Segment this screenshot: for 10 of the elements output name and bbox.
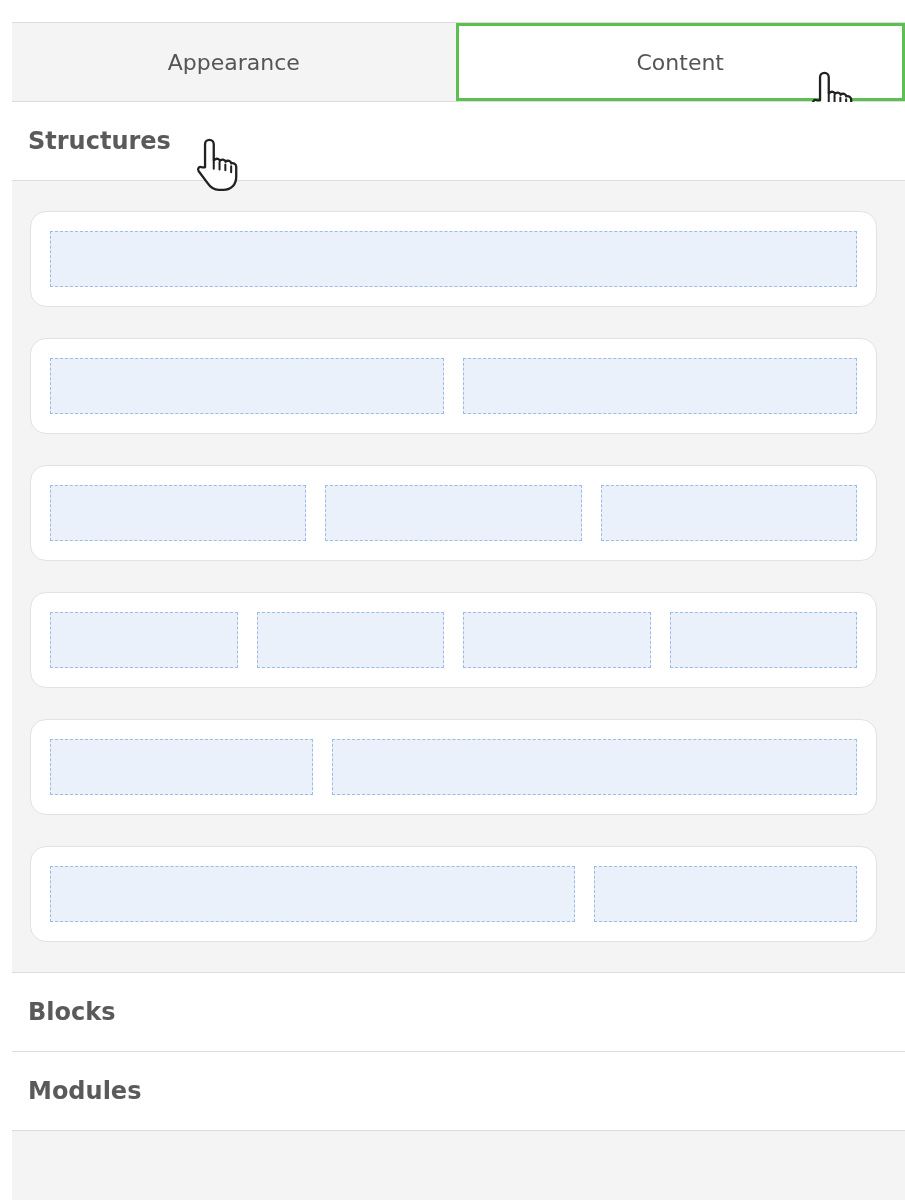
section-header[interactable]: Blocks: [28, 998, 116, 1026]
tab[interactable]: Content: [455, 23, 905, 101]
section-header[interactable]: Structures: [28, 127, 171, 155]
structure-card[interactable]: [30, 211, 877, 307]
structure-card[interactable]: [30, 719, 877, 815]
structure-card[interactable]: [30, 846, 877, 942]
structure-card[interactable]: [30, 338, 877, 434]
section-header[interactable]: Modules: [28, 1077, 142, 1105]
structure-card[interactable]: [30, 465, 877, 561]
structure-card[interactable]: [30, 592, 877, 688]
